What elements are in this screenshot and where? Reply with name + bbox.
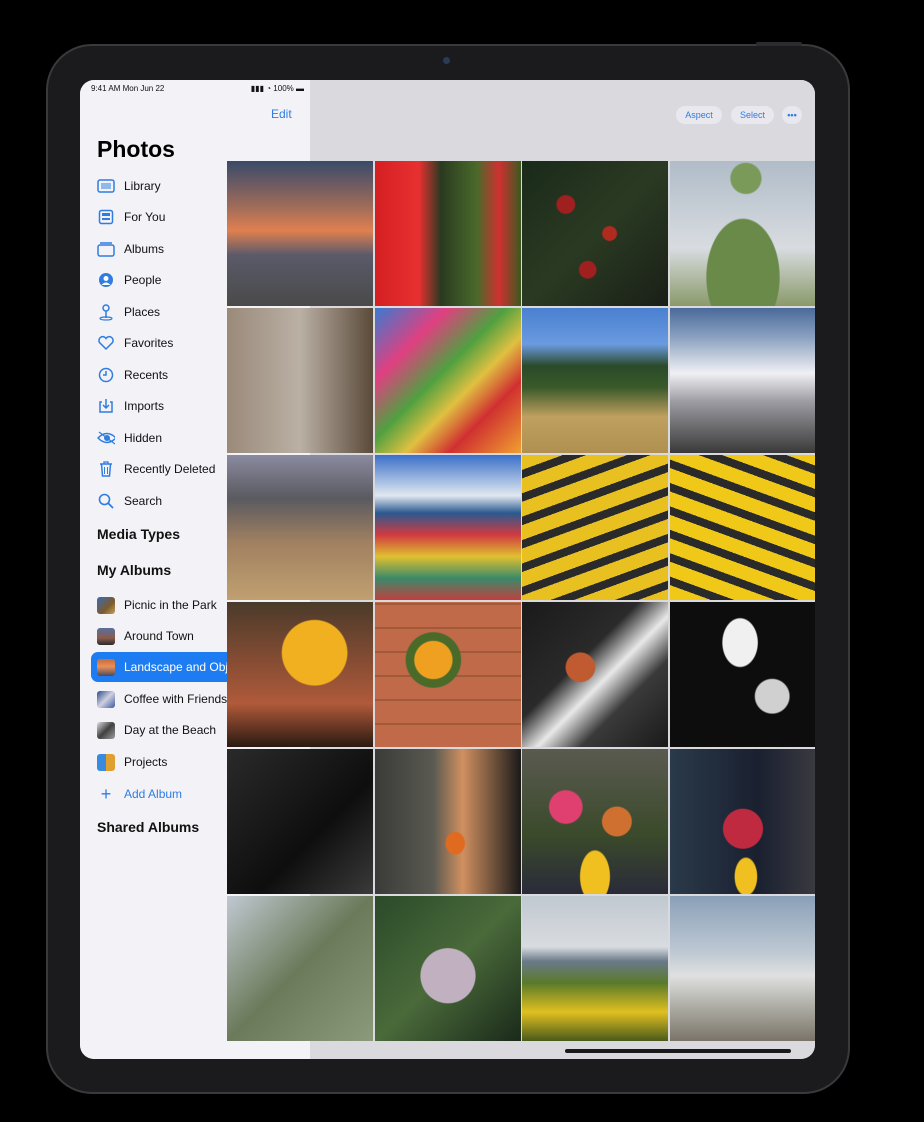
battery-icon: ▬ bbox=[296, 84, 304, 93]
places-pin-icon bbox=[97, 303, 115, 321]
album-thumbnail bbox=[97, 690, 115, 708]
signal-icon: ▮▮▮ bbox=[250, 84, 264, 93]
sidebar-item-label: Places bbox=[124, 305, 161, 319]
album-label: Day at the Beach bbox=[124, 723, 217, 737]
photo-grid-area: Aspect Select ••• bbox=[227, 80, 815, 1059]
album-label: Projects bbox=[124, 755, 168, 769]
sidebar-item-label: Library bbox=[124, 179, 161, 193]
album-thumbnail bbox=[97, 721, 115, 739]
photo-plant-wall[interactable] bbox=[227, 308, 373, 453]
album-thumbnail bbox=[97, 627, 115, 645]
sidebar-item-label: Recently Deleted bbox=[124, 462, 216, 476]
edit-button[interactable]: Edit bbox=[271, 107, 292, 121]
photo-balustrade[interactable] bbox=[670, 896, 815, 1041]
sidebar-item-label: Search bbox=[124, 494, 163, 508]
photo-person-bottle[interactable] bbox=[375, 749, 521, 894]
trash-icon bbox=[97, 460, 115, 478]
photo-dark-corner[interactable] bbox=[227, 749, 373, 894]
section-title: My Albums bbox=[97, 562, 172, 578]
section-title: Shared Albums bbox=[97, 819, 200, 835]
plus-icon: + bbox=[100, 783, 112, 804]
photo-yellow-seats-1[interactable] bbox=[522, 455, 668, 600]
albums-icon bbox=[97, 240, 115, 258]
people-icon bbox=[97, 271, 115, 289]
photo-yellow-shrubs-sea[interactable] bbox=[522, 896, 668, 1041]
top-button bbox=[756, 42, 802, 46]
sidebar-item-label: Hidden bbox=[124, 431, 163, 445]
heart-icon bbox=[97, 334, 115, 352]
search-icon bbox=[97, 492, 115, 510]
album-thumbnail bbox=[97, 658, 115, 676]
album-label: Coffee with Friends bbox=[124, 692, 228, 706]
photo-yellow-flowers[interactable] bbox=[227, 602, 373, 747]
photo-yellow-seats-2[interactable] bbox=[670, 455, 815, 600]
status-time: 9:41 AM Mon Jun 22 bbox=[91, 84, 165, 93]
album-thumbnail bbox=[97, 753, 115, 771]
aspect-button[interactable]: Aspect bbox=[676, 106, 722, 124]
photo-cactus[interactable] bbox=[670, 161, 815, 306]
photo-flower-pot[interactable] bbox=[670, 749, 815, 894]
photo-red-berries[interactable] bbox=[522, 161, 668, 306]
photo-sunset-city[interactable] bbox=[227, 161, 373, 306]
for-you-icon bbox=[97, 208, 115, 226]
photo-flowers-shadow[interactable] bbox=[522, 602, 668, 747]
screen: 9:41 AM Mon Jun 22 ▮▮▮ ◔ 100% ▬ Edit Pho… bbox=[80, 80, 815, 1059]
photo-dry-grass[interactable] bbox=[227, 455, 373, 600]
sidebar-item-label: For You bbox=[124, 210, 166, 224]
album-label: Around Town bbox=[124, 629, 194, 643]
battery-percent: 100% bbox=[273, 84, 294, 93]
photo-hay-field[interactable] bbox=[522, 308, 668, 453]
status-indicators: ▮▮▮ ◔ 100% ▬ bbox=[251, 84, 304, 93]
wifi-icon: ◔ bbox=[266, 84, 272, 93]
select-button[interactable]: Select bbox=[731, 106, 774, 124]
photo-snowy-mountains[interactable] bbox=[670, 308, 815, 453]
add-album-label: Add Album bbox=[124, 787, 183, 801]
sidebar-item-label: Favorites bbox=[124, 336, 174, 350]
photo-grid bbox=[227, 161, 815, 1059]
section-title: Media Types bbox=[97, 526, 180, 542]
photo-flower-bouquet-tiles[interactable] bbox=[375, 602, 521, 747]
photo-flower-market[interactable] bbox=[522, 749, 668, 894]
photo-red-pants-flowers[interactable] bbox=[375, 161, 521, 306]
eye-icon bbox=[97, 429, 115, 447]
more-options-button[interactable]: ••• bbox=[782, 106, 802, 124]
photo-green-fabric[interactable] bbox=[227, 896, 373, 1041]
album-label: Picnic in the Park bbox=[124, 598, 217, 612]
sidebar-item-label: Imports bbox=[124, 399, 165, 413]
sidebar-item-label: Albums bbox=[124, 242, 165, 256]
photo-library-icon bbox=[97, 177, 115, 195]
home-indicator bbox=[565, 1049, 791, 1053]
photo-succulent[interactable] bbox=[375, 896, 521, 1041]
sidebar-item-label: Recents bbox=[124, 368, 169, 382]
front-camera bbox=[443, 57, 450, 64]
sidebar-title: Photos bbox=[97, 136, 175, 162]
photo-papel-picado[interactable] bbox=[375, 308, 521, 453]
photo-teacup[interactable] bbox=[670, 602, 815, 747]
import-icon bbox=[97, 397, 115, 415]
album-thumbnail bbox=[97, 596, 115, 614]
photo-stadium-seats-wide[interactable] bbox=[375, 455, 521, 600]
clock-icon bbox=[97, 366, 115, 384]
sidebar-item-label: People bbox=[124, 273, 162, 287]
